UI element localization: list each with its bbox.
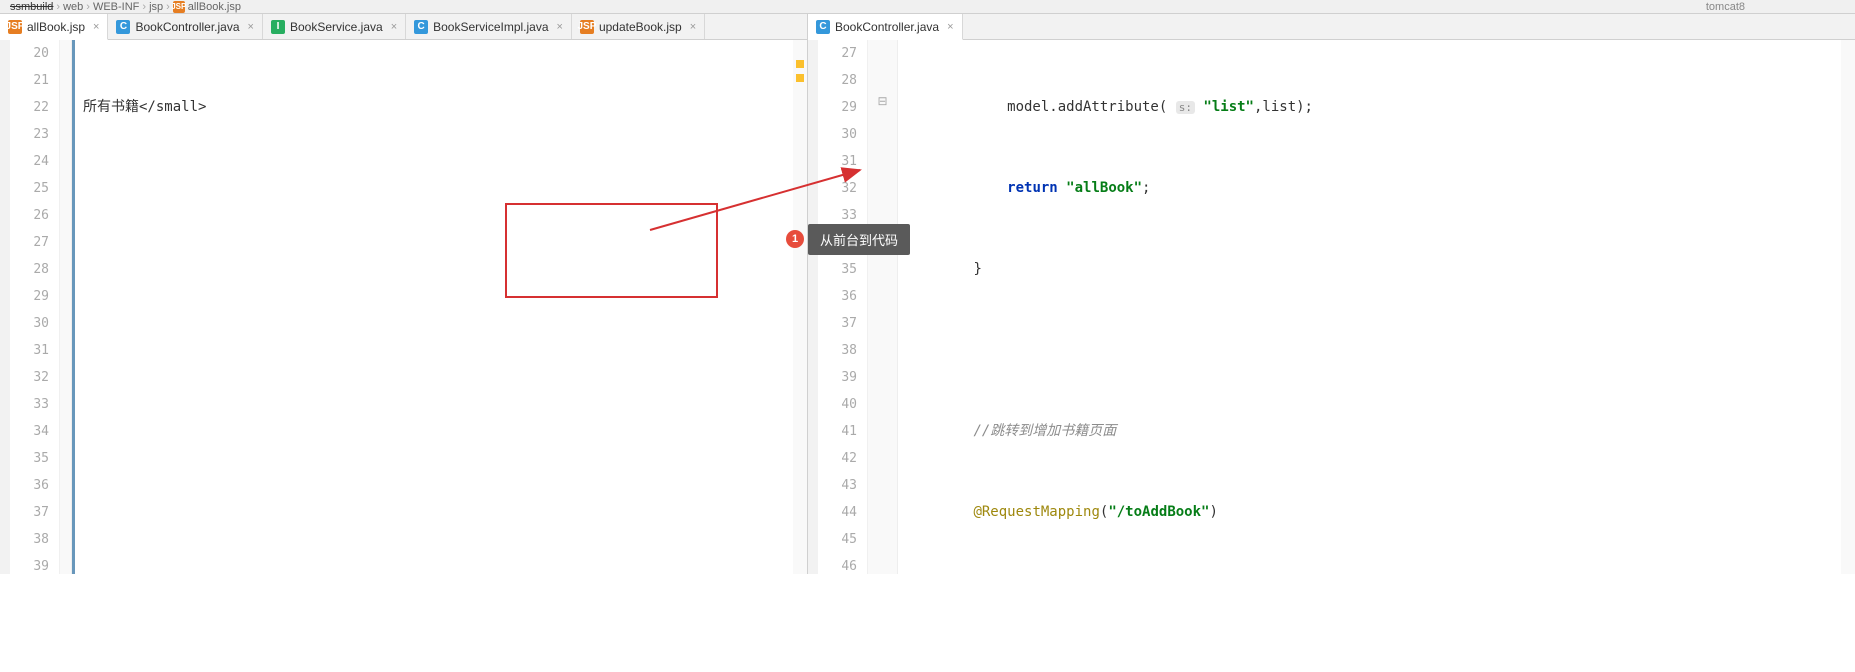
annotation-badge: 1 (786, 230, 804, 248)
jsp-icon: JSP (173, 1, 185, 13)
right-editor[interactable]: 2728293031323334353637383940414243444546… (808, 40, 1855, 574)
java-class-icon: C (816, 20, 830, 34)
jsp-icon: JSP (580, 20, 594, 34)
java-class-icon: C (116, 20, 130, 34)
right-editor-pane: C BookController.java × 2728293031323334… (808, 14, 1855, 574)
annotation-strip (0, 40, 10, 574)
right-code-area[interactable]: model.addAttribute( s: "list",list); ret… (898, 40, 1841, 574)
left-gutter: 2021222324252627282930313233343536373839 (10, 40, 60, 574)
tab-bookservice[interactable]: I BookService.java × (263, 14, 406, 39)
left-marker-bar[interactable] (793, 40, 807, 574)
right-marker-bar[interactable] (1841, 40, 1855, 574)
left-editor[interactable]: 2021222324252627282930313233343536373839… (0, 40, 807, 574)
close-icon[interactable]: × (391, 21, 397, 33)
tab-updatebook-jsp[interactable]: JSP updateBook.jsp × (572, 14, 705, 39)
left-editor-pane: JSP allBook.jsp × C BookController.java … (0, 14, 808, 574)
jsp-icon: JSP (8, 20, 22, 34)
close-icon[interactable]: × (690, 21, 696, 33)
fold-strip (60, 40, 72, 574)
close-icon[interactable]: × (557, 21, 563, 33)
java-interface-icon: I (271, 20, 285, 34)
close-icon[interactable]: × (947, 21, 953, 33)
tab-allbook-jsp[interactable]: JSP allBook.jsp × (0, 14, 108, 40)
close-icon[interactable]: × (248, 21, 254, 33)
annotation-strip (808, 40, 818, 574)
left-tab-bar: JSP allBook.jsp × C BookController.java … (0, 14, 807, 40)
annotation-label: 从前台到代码 (808, 224, 910, 255)
annotation-box (505, 203, 718, 298)
right-tab-bar: C BookController.java × (808, 14, 1855, 40)
fold-strip: ⊟ (868, 40, 898, 574)
java-class-icon: C (414, 20, 428, 34)
close-icon[interactable]: × (93, 21, 99, 33)
tab-bookserviceimpl[interactable]: C BookServiceImpl.java × (406, 14, 572, 39)
run-config-label[interactable]: tomcat8 (1706, 1, 1745, 13)
tab-bookcontroller-right[interactable]: C BookController.java × (808, 14, 963, 40)
tab-bookcontroller[interactable]: C BookController.java × (108, 14, 263, 39)
breadcrumb: ssmbuild › web › WEB-INF › jsp › JSPallB… (0, 0, 1855, 14)
left-code-area[interactable]: 所有书籍</small> "> ry" href="${pageContext.… (72, 40, 793, 574)
right-gutter: 2728293031323334353637383940414243444546… (818, 40, 868, 574)
